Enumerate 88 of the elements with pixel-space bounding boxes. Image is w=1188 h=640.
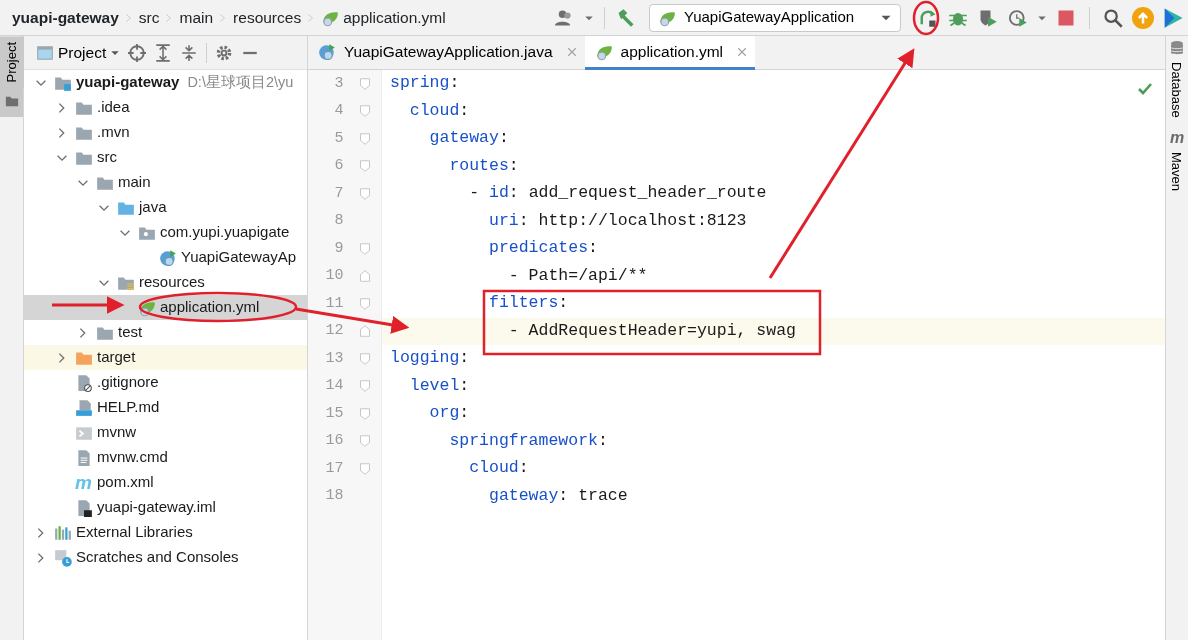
code-line: logging:	[389, 347, 470, 370]
code-line: routes:	[448, 154, 519, 177]
line-number: 13	[324, 348, 345, 369]
settings-icon[interactable]	[215, 43, 234, 62]
ignored-file-icon	[75, 373, 93, 392]
text-file-icon	[75, 448, 93, 467]
expand-all-icon[interactable]	[154, 43, 173, 62]
code-line: cloud:	[408, 99, 470, 122]
line-number: 16	[324, 431, 345, 451]
code-line: cloud:	[468, 457, 529, 480]
scratches-icon	[54, 548, 72, 567]
tree-item[interactable]: .idea	[24, 95, 307, 120]
code-line: uri: http://localhost:8123	[488, 209, 747, 232]
code-line: - id: add_request_header_route	[468, 182, 767, 205]
tree-item[interactable]: com.yupi.yuapigate	[24, 220, 307, 245]
code-line: filters:	[488, 292, 569, 315]
line-number: 11	[324, 293, 345, 314]
tree-item[interactable]: mvnw.cmd	[24, 445, 307, 470]
line-number: 8	[333, 211, 345, 231]
breadcrumb-link[interactable]: main	[179, 5, 214, 30]
line-number: 7	[333, 183, 345, 204]
check-icon	[1137, 82, 1153, 96]
tool-window-tab[interactable]: Maven	[1165, 149, 1188, 193]
tree-item[interactable]: HELP.md	[24, 395, 307, 420]
hammer-icon[interactable]	[616, 7, 636, 28]
tree-item[interactable]: test	[24, 320, 307, 345]
tree-item[interactable]: .gitignore	[24, 370, 307, 395]
tree-item[interactable]: Scratches and Consoles	[24, 545, 307, 570]
line-number: 18	[324, 486, 345, 506]
code-line: gateway:	[428, 127, 509, 150]
tree-item[interactable]: yuapi-gateway.iml	[24, 495, 307, 520]
tree-item[interactable]: .mvn	[24, 120, 307, 145]
class-file-icon	[318, 42, 336, 61]
path-hint: D:\星球项目2\yu	[187, 72, 294, 92]
class-file-icon	[159, 248, 177, 267]
code-line: - AddRequestHeader=yupi, swag	[507, 319, 796, 342]
code-line: - Path=/api/**	[507, 264, 648, 287]
tree-item[interactable]: External Libraries	[24, 520, 307, 545]
editor-tab[interactable]: YuapiGatewayApplication.java	[308, 36, 585, 70]
libraries-icon	[54, 523, 72, 542]
line-number: 17	[324, 458, 345, 479]
triangle-logo-icon[interactable]	[1162, 6, 1184, 29]
code-line: predicates:	[488, 237, 598, 260]
annotation-ellipse	[912, 0, 940, 36]
collapse-all-icon[interactable]	[180, 43, 199, 62]
line-number: 6	[333, 156, 345, 176]
tool-window-tab[interactable]: Project	[0, 36, 24, 89]
markdown-file-icon	[75, 398, 93, 417]
tree-item[interactable]: YuapiGatewayAp	[24, 245, 307, 270]
line-number: 14	[324, 376, 345, 396]
code-line: springframework:	[448, 429, 608, 452]
line-number: 9	[333, 238, 345, 259]
profiler-icon[interactable]	[1008, 7, 1028, 28]
line-number: 4	[333, 101, 345, 121]
tree-item[interactable]: target	[24, 345, 307, 370]
line-number: 5	[333, 128, 345, 149]
code-line: spring:	[389, 72, 460, 95]
tool-window-tab[interactable]: Database	[1165, 60, 1188, 120]
module-file-icon	[75, 498, 93, 517]
run-configuration-dropdown[interactable]: YuapiGatewayApplication	[649, 3, 901, 32]
maven-icon: m	[75, 473, 93, 492]
tree-item[interactable]: src	[24, 145, 307, 170]
close-icon[interactable]	[737, 46, 748, 57]
tree-item[interactable]: java	[24, 195, 307, 220]
close-icon[interactable]	[566, 46, 577, 57]
breadcrumb-link[interactable]: resources	[233, 5, 302, 30]
rerun-icon[interactable]	[918, 7, 938, 28]
code-line: gateway: trace	[488, 484, 628, 507]
breadcrumb-link[interactable]: yuapi-gateway	[12, 5, 119, 30]
line-number: 3	[333, 73, 345, 94]
locate-icon[interactable]	[128, 43, 147, 62]
breadcrumb-link[interactable]: application.yml	[321, 5, 446, 30]
maven-icon: m	[1169, 129, 1185, 146]
line-number: 15	[324, 403, 345, 424]
code-line: org:	[428, 402, 470, 425]
line-number: 12	[324, 321, 345, 341]
tree-item[interactable]: main	[24, 170, 307, 195]
tree-item[interactable]: m pom.xml	[24, 470, 307, 495]
tree-item[interactable]: mvnw	[24, 420, 307, 445]
window-icon	[36, 43, 54, 62]
breadcrumb-link[interactable]: src	[138, 5, 160, 30]
search-icon[interactable]	[1103, 7, 1123, 28]
database-icon	[1169, 40, 1185, 56]
tree-item[interactable]: yuapi-gateway D:\星球项目2\yu	[24, 70, 307, 95]
code-line: level:	[408, 374, 470, 397]
editor-tab[interactable]: application.yml	[584, 36, 756, 70]
tree-item[interactable]: resources	[24, 270, 307, 295]
line-number: 10	[324, 266, 345, 286]
